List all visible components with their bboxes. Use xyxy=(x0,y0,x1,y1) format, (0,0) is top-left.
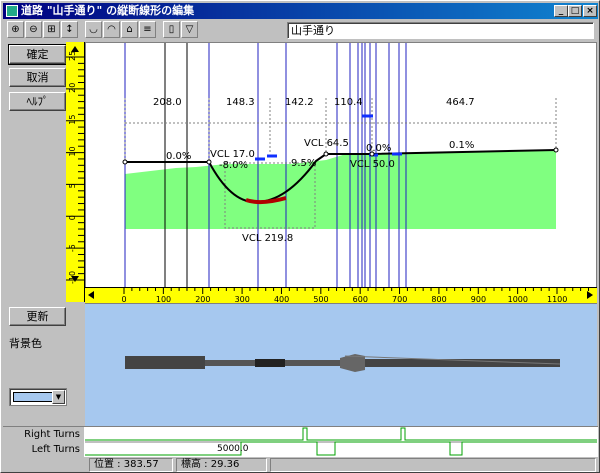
app-icon xyxy=(6,5,18,17)
grade-5: 0.1% xyxy=(449,140,474,151)
left-turn-value: 5000.0 xyxy=(217,444,249,454)
cancel-button[interactable]: 取消 xyxy=(9,68,66,87)
sag-curve-icon[interactable]: ◡ xyxy=(85,21,102,38)
turns-graph[interactable]: 5000.0 xyxy=(85,427,597,458)
crest-curve-icon[interactable]: ◠ xyxy=(103,21,120,38)
status-bar: 位置 : 383.57 標高 : 29.36 xyxy=(3,458,598,473)
right-turns-label: Right Turns xyxy=(3,427,84,442)
status-message xyxy=(270,458,596,472)
document-icon[interactable]: ▯ xyxy=(163,21,180,38)
vertical-ruler: 2520151050-5-10 xyxy=(66,42,85,302)
vcl-label-1: VCL 17.0 xyxy=(210,149,255,160)
help-button[interactable]: ﾍﾙﾌﾟ xyxy=(9,92,66,111)
road-name-field[interactable]: 山手通り xyxy=(287,22,594,39)
zoom-out-icon[interactable]: ⊖ xyxy=(25,21,42,38)
y-tick-label: 15 xyxy=(68,115,77,125)
section-icon[interactable]: ▽ xyxy=(181,21,198,38)
title-bar: 道路 "山手通り" の縦断線形の編集 xyxy=(3,3,598,19)
left-turns-label: Left Turns xyxy=(3,442,84,457)
bgcolor-label: 背景色 xyxy=(9,337,42,350)
vcl-label-3: VCL 50.0 xyxy=(350,159,395,170)
profile-view[interactable]: 208.0 148.3 142.2 110.4 464.7 0.0% -8.0%… xyxy=(85,42,597,302)
y-tick-label: 25 xyxy=(68,51,77,61)
zoom-in-icon[interactable]: ⊕ xyxy=(7,21,24,38)
y-tick-label: 20 xyxy=(68,83,77,93)
position-readout: 位置 : 383.57 xyxy=(89,458,173,472)
fit-all-icon[interactable]: ⊞ xyxy=(43,21,60,38)
segment-length-2: 148.3 xyxy=(226,97,255,108)
grade-3: 9.5% xyxy=(291,158,316,169)
maximize-button[interactable]: □ xyxy=(568,5,582,17)
bgcolor-swatch xyxy=(13,392,53,402)
y-tick-label: 0 xyxy=(68,215,77,220)
segment-length-5: 464.7 xyxy=(446,97,475,108)
elevation-readout: 標高 : 29.36 xyxy=(176,458,267,472)
vcl-label-2: VCL 64.5 xyxy=(304,138,349,149)
horizontal-ruler: 0 100 200 300 400 500 600 700 800 900 1000 1100 xyxy=(85,287,597,304)
y-tick-label: 5 xyxy=(68,183,77,188)
turns-panel: Right Turns Left Turns 5000.0 xyxy=(3,426,598,457)
bgcolor-select[interactable]: ▼ xyxy=(9,388,67,406)
y-tick-label: -5 xyxy=(68,244,77,252)
update-button[interactable]: 更新 xyxy=(9,307,66,326)
segment-length-4: 110.4 xyxy=(334,97,363,108)
minimize-button[interactable]: _ xyxy=(554,5,568,17)
y-tick-label: 10 xyxy=(68,146,77,156)
grade-1: 0.0% xyxy=(166,151,191,162)
close-button[interactable]: × xyxy=(583,5,597,17)
window-title: 道路 "山手通り" の縦断線形の編集 xyxy=(21,4,195,17)
ground-icon[interactable]: ≡ xyxy=(139,21,156,38)
segment-length-1: 208.0 xyxy=(153,97,182,108)
house-icon[interactable]: ⌂ xyxy=(121,21,138,38)
grade-4: 0.0% xyxy=(366,143,391,154)
plan-view[interactable] xyxy=(85,303,597,426)
chevron-down-icon[interactable]: ▼ xyxy=(52,390,65,404)
ok-button[interactable]: 確定 xyxy=(8,44,67,65)
segment-length-3: 142.2 xyxy=(285,97,314,108)
editor-window: 道路 "山手通り" の縦断線形の編集 _ □ × ⊕ ⊖ ⊞ ↕ ◡ ◠ ⌂ ≡… xyxy=(0,0,600,473)
fit-height-icon[interactable]: ↕ xyxy=(61,21,78,38)
grade-2: -8.0% xyxy=(219,160,248,171)
road-plan xyxy=(125,354,561,372)
vcl-label-4: VCL 219.8 xyxy=(242,233,293,244)
